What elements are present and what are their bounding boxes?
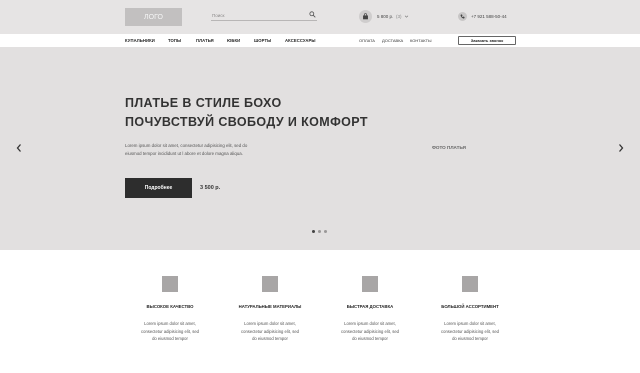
- top-bar: ЛОГО 5 800 р. (3) +7 921 588-50-44: [0, 0, 640, 34]
- cart-count: (3): [396, 14, 402, 19]
- feature-text: Lorem ipsum dolor sit amet, consectetur …: [141, 321, 199, 341]
- cart-button[interactable]: [359, 10, 372, 23]
- details-button[interactable]: Подробнее: [125, 178, 192, 198]
- features-section: ВЫСОКОЕ КАЧЕСТВО Lorem ipsum dolor sit a…: [0, 250, 640, 373]
- main-nav: КУПАЛЬНИКИ ТОПЫ ПЛАТЬЯ ЮБКИ ШОРТЫ АКСЕСС…: [0, 34, 640, 48]
- feature-image: [162, 276, 178, 292]
- dress-photo-placeholder: ФОТО ПЛАТЬЯ: [432, 145, 466, 150]
- cart-icon: [363, 13, 368, 20]
- nav-shorts[interactable]: ШОРТЫ: [254, 38, 271, 43]
- logo[interactable]: ЛОГО: [125, 8, 182, 26]
- arrow-left-icon[interactable]: [15, 143, 23, 153]
- feature-image: [262, 276, 278, 292]
- slider-dot-3[interactable]: [324, 230, 327, 233]
- phone-icon: [460, 14, 465, 19]
- feature-text: Lorem ipsum dolor sit amet, consectetur …: [341, 321, 399, 341]
- phone-number[interactable]: +7 921 588-50-44: [471, 14, 507, 19]
- nav-contacts[interactable]: КОНТАКТЫ: [410, 38, 432, 43]
- search-input[interactable]: [212, 10, 306, 20]
- search-icon[interactable]: [309, 11, 316, 18]
- feature-image: [462, 276, 478, 292]
- phone-icon-badge: [458, 12, 467, 21]
- nav-skirts[interactable]: ЮБКИ: [227, 38, 240, 43]
- call-request-button[interactable]: Заказать звонок: [458, 36, 516, 45]
- feature-image: [362, 276, 378, 292]
- nav-dresses[interactable]: ПЛАТЬЯ: [196, 38, 214, 43]
- chevron-down-icon[interactable]: [404, 14, 409, 19]
- feature-title: НАТУРАЛЬНЫЕ МАТЕРИАЛЫ: [238, 304, 302, 309]
- nav-payment[interactable]: ОПЛАТА: [359, 38, 375, 43]
- feature-title: БОЛЬШОЙ АССОРТИМЕНТ: [441, 304, 499, 309]
- hero-slider: ПЛАТЬЕ В СТИЛЕ БОХО ПОЧУВСТВУЙ СВОБОДУ И…: [0, 48, 640, 250]
- search-box[interactable]: [211, 10, 317, 21]
- hero-title-line1: ПЛАТЬЕ В СТИЛЕ БОХО: [125, 96, 282, 110]
- nav-tops[interactable]: ТОПЫ: [168, 38, 181, 43]
- slider-dot-2[interactable]: [318, 230, 321, 233]
- nav-accessories[interactable]: АКСЕССУАРЫ: [285, 38, 316, 43]
- hero-price: 3 500 р.: [200, 185, 221, 191]
- hero-title-line2: ПОЧУВСТВУЙ СВОБОДУ И КОМФОРТ: [125, 115, 368, 129]
- feature-title: БЫСТРАЯ ДОСТАВКА: [346, 304, 394, 309]
- nav-swimsuits[interactable]: КУПАЛЬНИКИ: [125, 38, 155, 43]
- feature-title: ВЫСОКОЕ КАЧЕСТВО: [146, 304, 194, 309]
- cart-sum[interactable]: 5 800 р.: [377, 14, 393, 19]
- nav-delivery[interactable]: ДОСТАВКА: [382, 38, 403, 43]
- feature-text: Lorem ipsum dolor sit amet, consectetur …: [441, 321, 499, 341]
- slider-dot-1[interactable]: [312, 230, 315, 233]
- arrow-right-icon[interactable]: [617, 143, 625, 153]
- feature-text: Lorem ipsum dolor sit amet, consectetur …: [241, 321, 299, 341]
- hero-description: Lorem ipsum dolor sit amet, consectetur …: [125, 143, 248, 156]
